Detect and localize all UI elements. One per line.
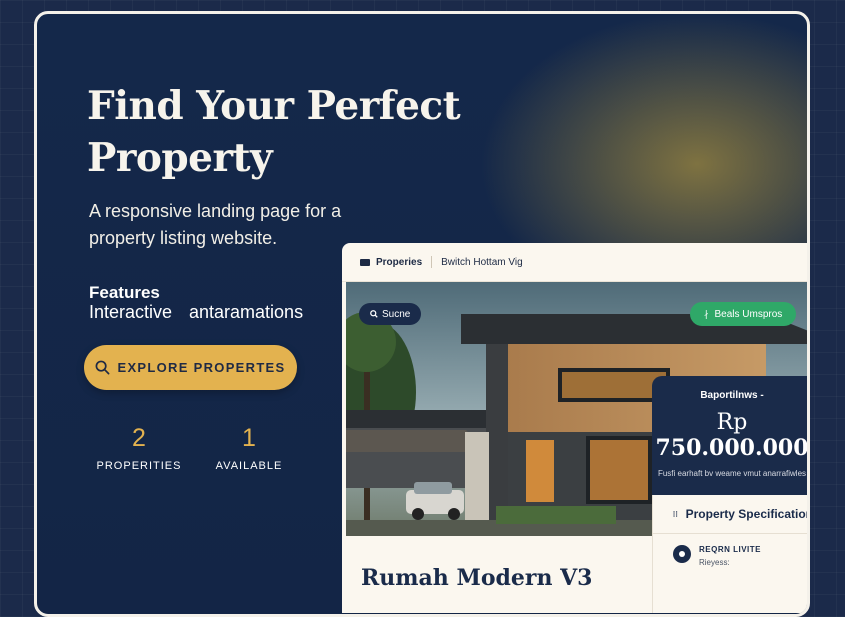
features-label: Features bbox=[89, 283, 160, 302]
search-pill-label: Sucne bbox=[382, 308, 411, 320]
feature-interactive: Interactive bbox=[89, 302, 173, 322]
price-note: Fusfi earhaft bv weame vmut anarrafiwles bbox=[657, 469, 807, 478]
stat-available-label: AVAILABLE bbox=[215, 460, 283, 472]
spec-item: REQRN LIVITE Rieyess: bbox=[653, 534, 807, 567]
page-subtitle: A responsive landing page for a property… bbox=[89, 201, 342, 248]
building-icon bbox=[360, 258, 370, 266]
search-pill[interactable]: Sucne bbox=[359, 303, 422, 325]
stat-available-value: 1 bbox=[242, 424, 256, 452]
stat-available: 1 AVAILABLE bbox=[189, 423, 309, 472]
search-icon bbox=[96, 360, 110, 375]
nav-properties-link[interactable]: Properies bbox=[376, 257, 422, 268]
spec-item-name: REQRN LIVITE bbox=[699, 545, 762, 554]
nav-secondary-link[interactable]: Bwitch Hottam Vig bbox=[441, 257, 523, 268]
stat-properties: 2 PROPERITIES bbox=[79, 423, 199, 472]
price-panel: Baportilnws - Rp 750.000.000 Fusfi earha… bbox=[652, 376, 809, 495]
nav-divider bbox=[431, 256, 433, 268]
property-name: Rumah Modern V3 bbox=[361, 565, 593, 591]
explore-properties-button[interactable]: EXPLORE PROPERTES bbox=[84, 345, 297, 390]
status-badge[interactable]: ∤ Beals Umspros bbox=[690, 302, 797, 326]
grid-dots-icon bbox=[673, 511, 678, 517]
specification-title: Property Specification bbox=[685, 507, 810, 521]
status-icon: ∤ bbox=[704, 308, 709, 319]
price-value: 750.000.000 bbox=[655, 435, 809, 461]
feature-animations: antaramations bbox=[189, 302, 304, 322]
card-navbar: Properies Bwitch Hottam Vig bbox=[342, 243, 807, 282]
search-icon bbox=[370, 310, 378, 318]
status-badge-label: Beals Umspros bbox=[714, 308, 783, 320]
stat-properties-label: PROPERITIES bbox=[96, 460, 182, 472]
location-icon bbox=[673, 545, 691, 563]
page-title: Find Your Perfect Property bbox=[87, 83, 461, 181]
stat-properties-value: 2 bbox=[132, 424, 146, 452]
spec-item-sub: Rieyess: bbox=[699, 558, 730, 567]
specification-header: Property Specification bbox=[653, 495, 810, 521]
landing-frame: Find Your Perfect Property A responsive … bbox=[34, 11, 810, 617]
property-preview-card: Properies Bwitch Hottam Vig Sucne ∤ Beal… bbox=[342, 243, 810, 613]
price-label: Baportilnws - bbox=[700, 390, 764, 401]
explore-properties-label: EXPLORE PROPERTES bbox=[117, 360, 286, 375]
specification-panel: Property Specification REQRN LIVITE Riey… bbox=[652, 495, 810, 613]
price-currency: Rp bbox=[716, 410, 748, 435]
